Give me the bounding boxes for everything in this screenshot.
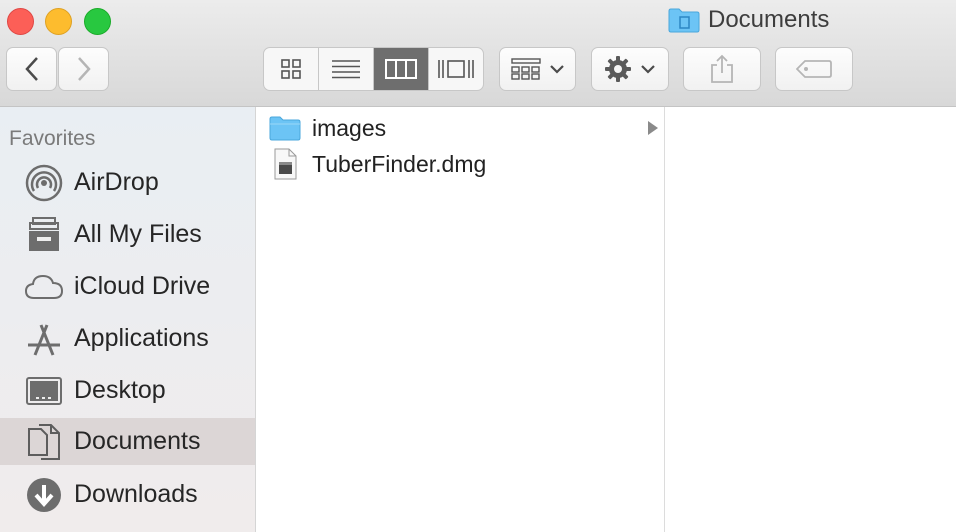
sidebar-item-label: Downloads [74,480,198,508]
airdrop-icon [24,163,64,203]
sidebar-item-airdrop[interactable]: AirDrop [0,159,255,206]
all-my-files-icon [24,215,64,255]
gear-icon [605,56,631,82]
forward-button[interactable] [58,47,109,91]
folder-icon [268,111,302,145]
documents-folder-icon [668,8,700,33]
icon-view-button[interactable] [264,48,319,90]
action-button[interactable] [591,47,669,91]
sidebar-item-label: Documents [74,427,201,455]
file-name: TuberFinder.dmg [312,150,487,177]
sidebar-item-label: Desktop [74,376,166,404]
tags-button[interactable] [775,47,853,91]
icon-view-icon [281,59,301,79]
chevron-down-icon [549,65,564,74]
file-name: images [312,114,387,141]
minimize-window-button[interactable] [45,8,72,35]
empty-preview-column [665,107,956,532]
back-button[interactable] [6,47,57,91]
sidebar-item-applications[interactable]: Applications [0,315,255,362]
disk-image-icon [268,147,302,181]
window-title-text: Documents [708,6,830,33]
chevron-left-icon [24,57,38,81]
file-row-tuberfinder-dmg[interactable]: TuberFinder.dmg [256,147,664,181]
cover-flow-view-button[interactable] [429,48,483,90]
downloads-icon [24,475,64,515]
view-mode-segmented-control [263,47,484,91]
arrange-icon [510,58,541,80]
file-column-documents: images TuberFinder.dmg [256,107,665,532]
sidebar-item-documents[interactable]: Documents [0,418,255,465]
list-view-icon [332,60,360,79]
zoom-window-button[interactable] [84,8,111,35]
disclosure-arrow-icon [648,121,658,135]
chevron-down-icon [641,65,655,74]
sidebar-item-label: AirDrop [74,168,159,196]
cover-flow-icon [438,60,474,78]
arrange-button[interactable] [499,47,576,91]
title-bar: Documents [0,0,956,107]
sidebar-item-label: All My Files [74,220,202,248]
tag-icon [796,60,832,78]
window-title: Documents [668,4,829,36]
sidebar-heading-favorites: Favorites [9,127,96,150]
sidebar-item-label: Applications [74,324,209,352]
column-view-icon [385,59,417,79]
cloud-icon [24,267,64,307]
sidebar-item-icloud-drive[interactable]: iCloud Drive [0,263,255,310]
column-view-button[interactable] [374,48,429,90]
file-row-images[interactable]: images [256,111,664,145]
share-icon [711,54,733,83]
sidebar-item-all-my-files[interactable]: All My Files [0,211,255,258]
desktop-icon [24,371,64,411]
chevron-right-icon [77,57,91,81]
applications-icon [24,319,64,359]
sidebar-item-desktop[interactable]: Desktop [0,367,255,414]
sidebar-item-label: iCloud Drive [74,272,211,300]
close-window-button[interactable] [7,8,34,35]
list-view-button[interactable] [319,48,374,90]
sidebar-item-downloads[interactable]: Downloads [0,471,255,518]
share-button[interactable] [683,47,761,91]
documents-icon [24,422,64,462]
sidebar: Favorites AirDrop All My Files iCloud Dr… [0,107,256,532]
